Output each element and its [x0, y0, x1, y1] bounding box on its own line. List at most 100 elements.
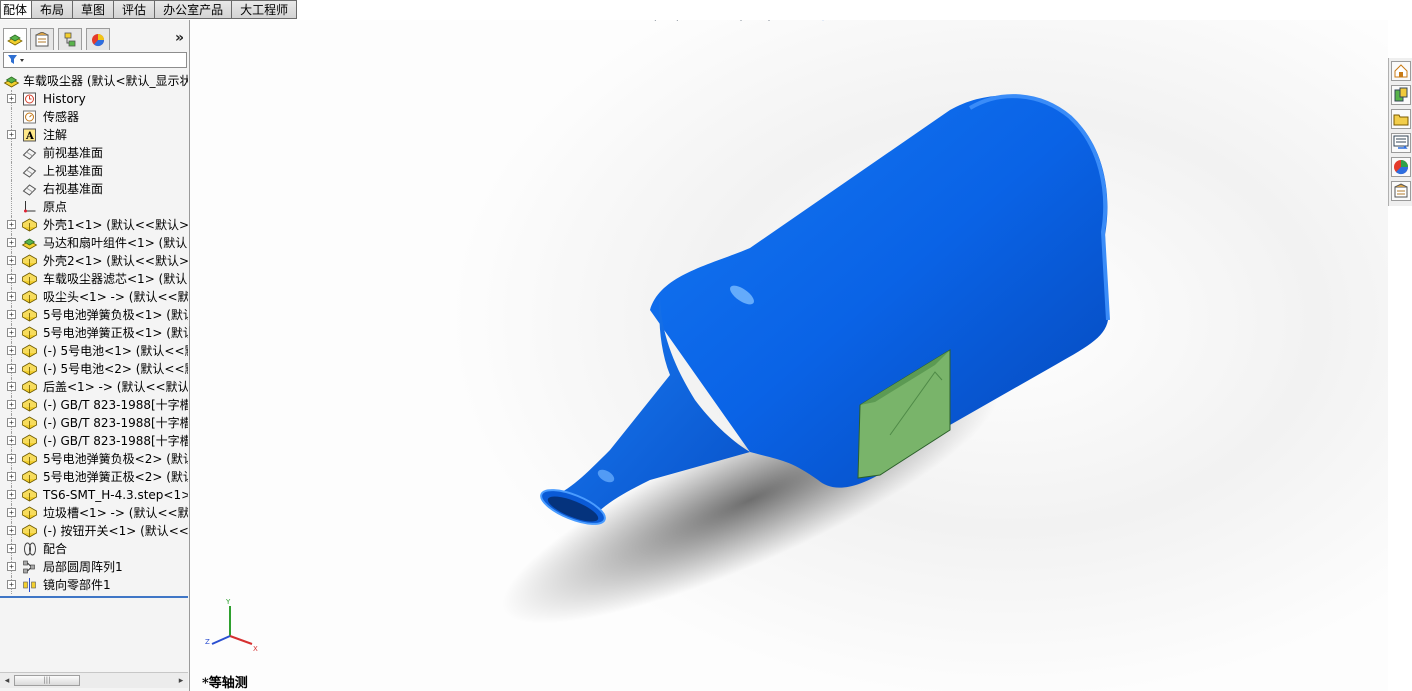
tree-item[interactable]: + 马达和扇叶组件<1> (默认<	[0, 234, 188, 252]
feature-manager-tab[interactable]	[3, 28, 27, 50]
view-orientation-icon[interactable]	[732, 20, 750, 22]
tree-item[interactable]: + (-) 按钮开关<1> (默认<<默	[0, 522, 188, 540]
expand-toggle[interactable]: +	[7, 238, 16, 247]
tree-item[interactable]: +5号电池弹簧负极<2> (默认	[0, 450, 188, 468]
display-style-icon[interactable]	[760, 20, 778, 22]
expand-toggle[interactable]: +	[7, 256, 16, 265]
expand-toggle[interactable]: +	[7, 418, 16, 427]
tree-item[interactable]: + (-) GB/T 823-1988[十字槽	[0, 432, 188, 450]
tab-2[interactable]: 布局	[32, 0, 74, 19]
tree-item[interactable]: 右视基准面	[0, 180, 188, 198]
tree-item[interactable]: + 吸尘头<1> -> (默认<<默认	[0, 288, 188, 306]
expand-toggle[interactable]: +	[7, 400, 16, 409]
task-pane-button[interactable]	[1391, 157, 1411, 177]
expand-toggle[interactable]: +	[7, 472, 16, 481]
task-pane-button[interactable]	[1391, 181, 1411, 201]
tree-item[interactable]: 上视基准面	[0, 162, 188, 180]
zoom-to-fit-icon[interactable]	[640, 20, 658, 22]
tab-6[interactable]: 大工程师	[232, 0, 298, 19]
task-pane-button[interactable]	[1391, 61, 1411, 81]
tree-item[interactable]: 前视基准面	[0, 144, 188, 162]
tree-root-assembly[interactable]: 车载吸尘器 (默认<默认_显示状	[0, 72, 188, 90]
tree-horizontal-scrollbar[interactable]: ◂ ||| ▸	[0, 672, 188, 688]
expand-toggle[interactable]: +	[7, 130, 16, 139]
tree-item[interactable]: + 垃圾槽<1> -> (默认<<默认	[0, 504, 188, 522]
expand-toggle[interactable]: +	[7, 562, 16, 571]
tab-1[interactable]: 配体	[0, 0, 33, 19]
expand-toggle[interactable]: +	[7, 382, 16, 391]
tree-item[interactable]: + 镜向零部件1	[0, 576, 188, 594]
tree-filter[interactable]	[3, 52, 187, 68]
tree-guide-line	[11, 198, 12, 216]
tree-item[interactable]: + (-) 5号电池<2> (默认<<默	[0, 360, 188, 378]
tree-item[interactable]: + 车载吸尘器滤芯<1> (默认<	[0, 270, 188, 288]
previous-view-icon[interactable]	[686, 20, 704, 22]
part-icon	[21, 290, 38, 304]
expand-toggle[interactable]: +	[7, 94, 16, 103]
expand-toggle[interactable]: +	[7, 274, 16, 283]
expand-toggle[interactable]: +	[7, 508, 16, 517]
tree-item[interactable]: + (-) GB/T 823-1988[十字槽	[0, 396, 188, 414]
display-manager-tab[interactable]	[86, 28, 110, 50]
tree-item-label: 5号电池弹簧负极<2> (默认	[43, 452, 188, 466]
tree-item[interactable]: + 外壳2<1> (默认<<默认>_	[0, 252, 188, 270]
hide-show-items-icon[interactable]	[786, 20, 804, 22]
expand-toggle[interactable]: +	[7, 292, 16, 301]
scroll-left-button[interactable]: ◂	[1, 675, 13, 687]
rebuild-icon[interactable]	[892, 20, 910, 22]
tree-item[interactable]: + (-) 5号电池<1> (默认<<默	[0, 342, 188, 360]
property-manager-tab[interactable]	[30, 28, 54, 50]
tree-item[interactable]: +5号电池弹簧正极<1> (默认	[0, 324, 188, 342]
vacuum-cleaner-model[interactable]	[190, 20, 1388, 691]
tree-item[interactable]: + (-) GB/T 823-1988[十字槽	[0, 414, 188, 432]
apply-scene-icon[interactable]	[836, 20, 854, 22]
part-icon	[21, 380, 38, 394]
expand-toggle[interactable]: +	[7, 364, 16, 373]
tree-item[interactable]: + 配合	[0, 540, 188, 558]
triad-x-label: X	[253, 645, 258, 653]
task-pane-button[interactable]	[1391, 133, 1411, 153]
tree-item[interactable]: + A 注解	[0, 126, 188, 144]
task-pane-button[interactable]	[1391, 85, 1411, 105]
section-view-icon[interactable]	[710, 20, 728, 22]
part-icon	[21, 308, 38, 322]
tree-item[interactable]: + TS6-SMT_H-4.3.step<1>	[0, 486, 188, 504]
expand-toggle[interactable]: +	[7, 328, 16, 337]
expand-toggle[interactable]: +	[7, 544, 16, 553]
tree-item[interactable]: + History	[0, 90, 188, 108]
graphics-viewport[interactable]: ✕ Y X Z *等轴测	[190, 20, 1388, 691]
plane-icon	[22, 148, 37, 160]
configuration-manager-tab[interactable]	[58, 28, 82, 50]
view-orientation-label: *等轴测	[202, 676, 248, 691]
expand-toggle[interactable]: +	[7, 490, 16, 499]
tree-item[interactable]: + 后盖<1> -> (默认<<默认>	[0, 378, 188, 396]
expand-toggle[interactable]: +	[7, 580, 16, 589]
scroll-thumb[interactable]: |||	[14, 675, 80, 686]
expand-toggle[interactable]: +	[7, 454, 16, 463]
expand-toggle[interactable]: +	[7, 310, 16, 319]
tree-item[interactable]: 原点	[0, 198, 188, 216]
expand-toggle[interactable]: +	[7, 436, 16, 445]
view-settings-icon[interactable]	[864, 20, 882, 22]
tree-item[interactable]: + 外壳1<1> (默认<<默认>_	[0, 216, 188, 234]
tab-4[interactable]: 评估	[114, 0, 156, 19]
zoom-to-area-icon[interactable]	[662, 20, 680, 22]
expand-toggle[interactable]: +	[7, 220, 16, 229]
tree-item[interactable]: +5号电池弹簧负极<1> (默认	[0, 306, 188, 324]
task-pane-button[interactable]	[1391, 109, 1411, 129]
rollback-bar[interactable]	[0, 596, 188, 598]
tree-item[interactable]: +5号电池弹簧正极<2> (默认	[0, 468, 188, 486]
expand-toggle[interactable]: +	[7, 526, 16, 535]
tree-item[interactable]: 传感器	[0, 108, 188, 126]
filter-icon	[8, 55, 24, 64]
panel-more-button[interactable]: »	[175, 30, 184, 46]
edit-appearance-icon[interactable]	[814, 20, 832, 22]
scroll-right-button[interactable]: ▸	[175, 675, 187, 687]
tab-5[interactable]: 办公室产品	[155, 0, 233, 19]
tree-item-label: (-) GB/T 823-1988[十字槽	[43, 416, 188, 430]
part-icon	[21, 254, 38, 268]
tree-item-label: 外壳2<1> (默认<<默认>_	[43, 254, 188, 268]
tree-item[interactable]: + 局部圆周阵列1	[0, 558, 188, 576]
tab-3[interactable]: 草图	[73, 0, 115, 19]
expand-toggle[interactable]: +	[7, 346, 16, 355]
